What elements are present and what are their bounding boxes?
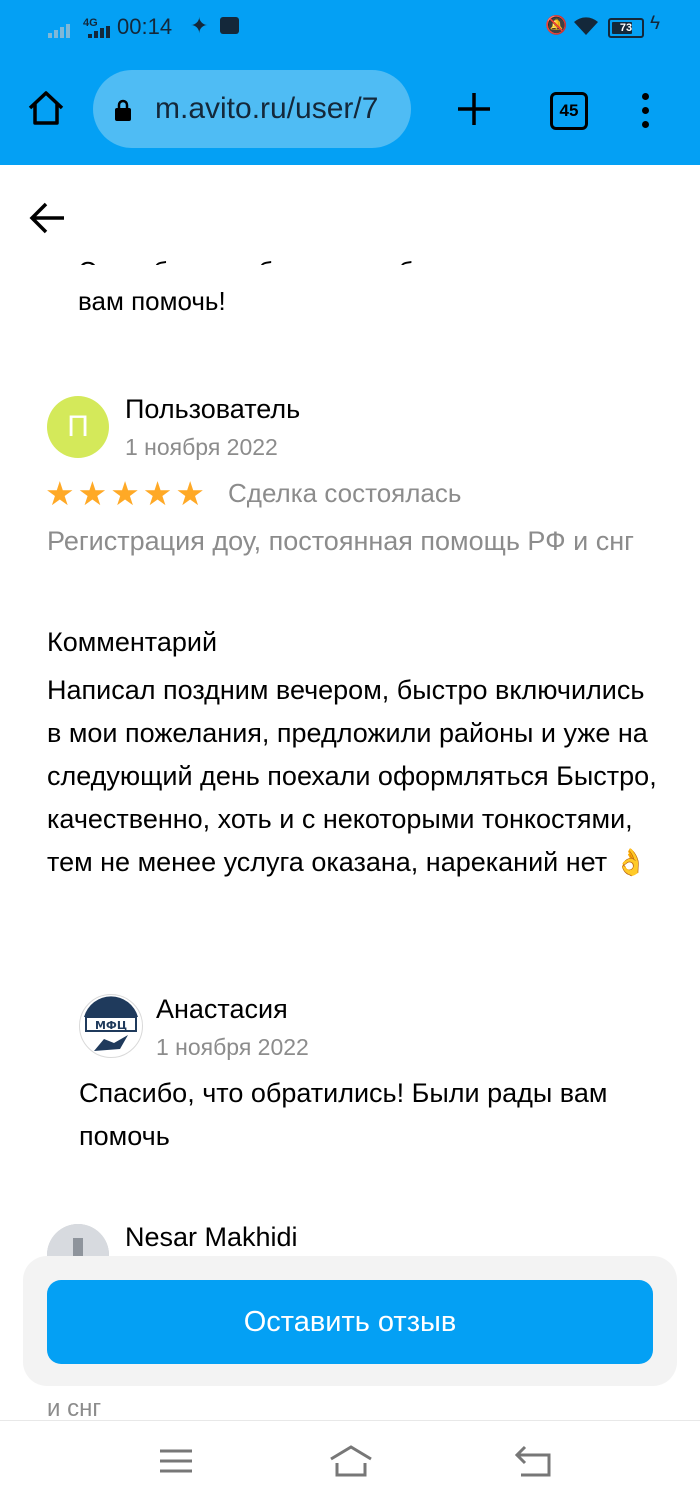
review-service: Регистрация доу, постоянная помощь РФ и … <box>47 526 634 556</box>
avatar: П <box>47 396 109 458</box>
sparkle-icon: ✦ <box>190 13 209 38</box>
browser-toolbar: 4G 00:14 ✦ 🔕 73 ϟ m.avito.ru/user/7 45 <box>0 0 700 165</box>
reply-author: Анастасия <box>156 994 288 1024</box>
star-icon: ★ <box>175 475 205 512</box>
comment-text: Написал поздним вечером, быстро включили… <box>47 669 657 884</box>
system-nav-bar <box>0 1420 700 1502</box>
wifi-icon <box>574 17 598 35</box>
mfc-logo-text: МФЦ <box>95 1019 127 1032</box>
reply-text: Спасибо, что обратились! Были рады вам п… <box>79 1078 608 1151</box>
ok-hand-icon: 👌 <box>614 847 648 877</box>
charging-icon: ϟ <box>650 13 661 34</box>
star-icon: ★ <box>77 475 108 512</box>
url-text[interactable]: m.avito.ru/user/7 <box>155 92 405 126</box>
mfc-logo-icon: МФЦ <box>84 996 138 1051</box>
review-date: 1 ноября 2022 <box>125 434 278 460</box>
back-arrow-icon[interactable] <box>28 200 66 236</box>
battery-percent: 73 <box>619 22 633 34</box>
address-bar[interactable]: m.avito.ru/user/7 <box>93 70 411 148</box>
star-icon: ★ <box>142 475 173 512</box>
leave-review-button[interactable]: Оставить отзыв <box>47 1280 653 1364</box>
signal-icon-2 <box>88 26 110 38</box>
seller-logo: МФЦ <box>79 994 143 1058</box>
more-menu-icon[interactable] <box>640 93 650 129</box>
reply-date: 1 ноября 2022 <box>156 1034 309 1060</box>
home-icon[interactable] <box>328 1443 374 1479</box>
previous-reply-clipped-line: Спасибо, что обратились, были рады <box>78 247 532 265</box>
previous-reply-text: вам помочь! <box>78 286 226 316</box>
mute-icon: 🔕 <box>545 15 568 35</box>
leave-review-panel: Оставить отзыв <box>23 1256 677 1386</box>
comment-body: Написал поздним вечером, быстро включили… <box>47 675 657 877</box>
status-bar: 4G 00:14 ✦ 🔕 73 ϟ <box>0 0 700 56</box>
battery-icon: 73 <box>608 18 644 38</box>
notification-icon <box>220 17 239 34</box>
new-tab-button[interactable] <box>456 91 492 127</box>
tab-switcher-button[interactable]: 45 <box>550 92 588 130</box>
next-review-service-tail: и снг <box>47 1395 102 1421</box>
menu-icon[interactable] <box>156 1443 196 1479</box>
back-icon[interactable] <box>513 1443 553 1479</box>
star-icon: ★ <box>110 475 140 512</box>
signal-icon <box>48 24 70 38</box>
status-time: 00:14 <box>117 14 173 39</box>
review-author: Nesar Makhidi <box>125 1222 298 1252</box>
lock-icon <box>115 99 131 121</box>
star-icon: ★ <box>45 475 75 512</box>
deal-status: Сделка состоялась <box>228 478 462 508</box>
rating-stars: ★ ★ ★ ★ ★ <box>45 477 205 510</box>
comment-label: Комментарий <box>47 627 218 657</box>
review-author: Пользователь <box>125 394 301 424</box>
home-button[interactable] <box>26 88 66 128</box>
